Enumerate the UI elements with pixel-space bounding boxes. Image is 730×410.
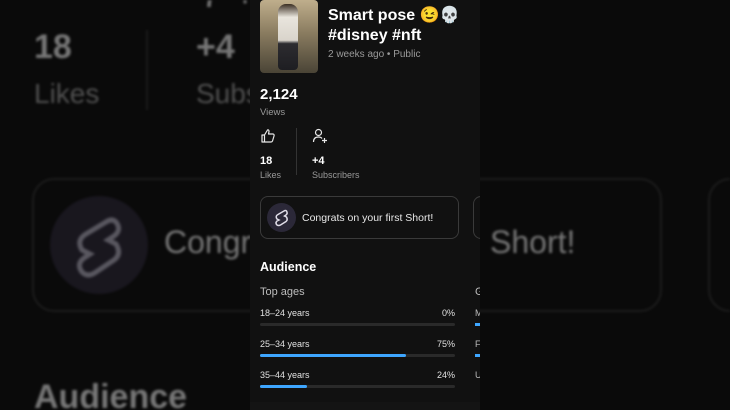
age-label: 35–44 years [260, 370, 310, 380]
likes-count: 18 [260, 155, 273, 167]
side-label-partial: U [475, 370, 480, 380]
video-meta: 2 weeks ago • Public [328, 49, 421, 60]
age-bar [260, 354, 407, 357]
top-ages-heading: Top ages [260, 286, 305, 298]
add-person-icon [312, 128, 327, 143]
bg-audience-partial: Audience [34, 378, 188, 410]
side-bar-partial [475, 323, 480, 326]
congrats-card[interactable]: Congrats on your first Short! [260, 196, 459, 239]
age-label: 18–24 years [260, 308, 310, 318]
bg-congrats-card-next [708, 178, 730, 312]
age-percent: 0% [441, 308, 455, 318]
side-bar-partial [475, 354, 480, 357]
audience-heading: Audience [260, 260, 317, 274]
bg-likes-label: Likes [34, 78, 100, 109]
analytics-panel: Smart pose 😉💀 #disney #nft 2 weeks ago •… [250, 0, 480, 410]
side-heading-partial: G [475, 286, 480, 298]
bg-shorts-logo-icon [50, 196, 148, 294]
side-label-partial: F [475, 339, 480, 349]
video-title: Smart pose 😉💀 #disney #nft [328, 7, 460, 44]
subscribers-stat: +4 Subscribers [312, 128, 360, 180]
bottom-nav-bar[interactable] [250, 402, 480, 410]
subscribers-label: Subscribers [312, 170, 360, 180]
likes-stat: 18 Likes [260, 128, 281, 180]
stat-divider [296, 128, 297, 175]
congrats-text: Congrats on your first Short! [302, 212, 434, 224]
views-label: Views [260, 107, 286, 118]
bg-subs-value: +4 [196, 28, 235, 66]
side-label-partial: M [475, 308, 480, 318]
bg-top-partial: 7 + [200, 0, 257, 17]
age-percent: 75% [436, 339, 455, 349]
next-card-partial[interactable] [473, 196, 480, 239]
bg-congrats-partial: Congr [164, 224, 252, 260]
bg-short-partial: Short! [490, 224, 576, 260]
shorts-logo-icon [267, 203, 296, 232]
thumbs-up-icon [261, 129, 275, 143]
video-thumbnail[interactable] [260, 0, 318, 73]
age-bar [260, 385, 307, 388]
likes-label: Likes [260, 170, 282, 180]
subscribers-count: +4 [312, 155, 325, 167]
age-label: 25–34 years [260, 339, 310, 349]
bg-likes-value: 18 [34, 28, 72, 66]
age-percent: 24% [436, 370, 455, 380]
views-count: 2,124 [260, 86, 298, 103]
